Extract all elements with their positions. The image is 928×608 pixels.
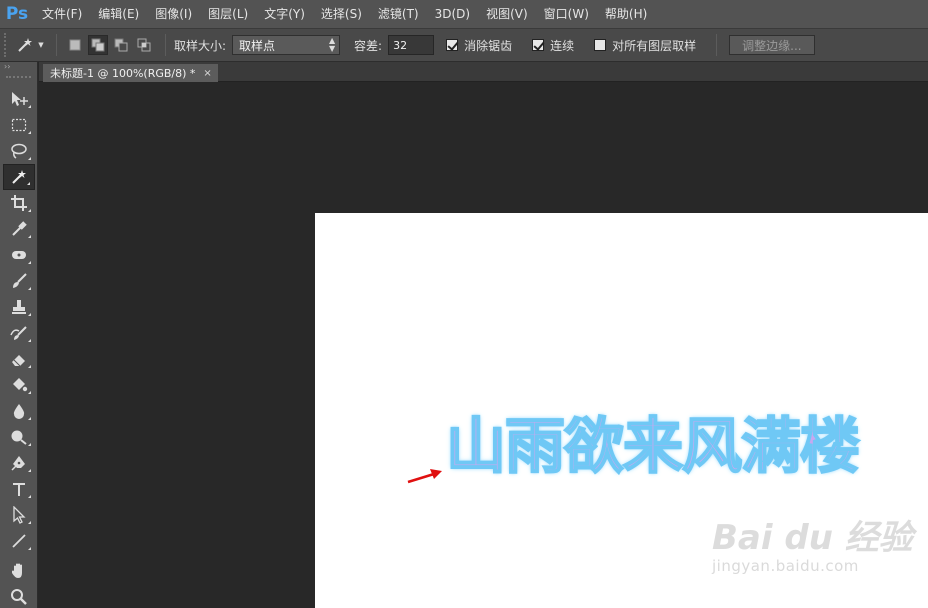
type-tool[interactable]	[3, 476, 35, 502]
hand-tool[interactable]	[3, 558, 35, 584]
lasso-tool[interactable]	[3, 138, 35, 164]
refine-edge-button[interactable]: 调整边缘...	[729, 35, 815, 55]
watermark-url: jingyan.baidu.com	[712, 557, 859, 575]
add-selection-icon	[91, 38, 105, 52]
healing-brush-tool[interactable]	[3, 242, 35, 268]
menu-select[interactable]: 选择(S)	[313, 0, 370, 28]
paint-bucket-icon	[13, 378, 28, 392]
dodge-tool[interactable]	[3, 424, 35, 450]
pen-tool[interactable]	[3, 450, 35, 476]
canvas-text-layer[interactable]: 山雨欲来风满楼	[445, 398, 861, 485]
hand-icon	[12, 563, 22, 578]
intersect-selection-button[interactable]	[134, 35, 154, 55]
tolerance-label: 容差:	[354, 38, 383, 53]
updown-arrow-icon: ▲ ▼	[328, 36, 336, 53]
contiguous-checkbox[interactable]: 连续	[532, 37, 580, 54]
red-arrow-annotation	[407, 469, 442, 484]
clone-stamp-tool[interactable]	[3, 294, 35, 320]
checkbox-unchecked-icon	[594, 39, 607, 51]
magnifier-icon	[11, 589, 27, 605]
new-selection-button[interactable]	[65, 35, 85, 55]
menu-filter[interactable]: 滤镜(T)	[370, 0, 427, 28]
tools-panel: ››	[0, 62, 38, 608]
marquee-tool[interactable]	[3, 112, 35, 138]
tools-panel-grip[interactable]	[6, 76, 31, 82]
options-bar-grip[interactable]	[4, 33, 12, 57]
sample-all-layers-checkbox[interactable]: 对所有图层取样	[594, 37, 702, 54]
stamp-icon	[12, 300, 26, 314]
menu-bar: Ps 文件(F) 编辑(E) 图像(I) 图层(L) 文字(Y) 选择(S) 滤…	[0, 0, 928, 28]
tool-preset-picker[interactable]: ▼	[12, 32, 48, 58]
menu-help[interactable]: 帮助(H)	[597, 0, 655, 28]
menu-3d[interactable]: 3D(D)	[427, 0, 478, 28]
subtract-from-selection-button[interactable]	[111, 35, 131, 55]
menu-view[interactable]: 视图(V)	[478, 0, 536, 28]
path-selection-tool[interactable]	[3, 502, 35, 528]
blur-tool[interactable]	[3, 398, 35, 424]
close-icon[interactable]: ×	[203, 68, 211, 79]
intersect-selection-icon	[137, 38, 151, 52]
path-selection-arrow-icon	[13, 506, 26, 524]
baidu-jingyan-watermark: Bai du 经验 jingyan.baidu.com	[712, 510, 913, 575]
dodge-icon	[11, 430, 27, 445]
collapse-panel-icon[interactable]: ››	[0, 62, 37, 76]
sample-size-value: 取样点	[239, 38, 276, 53]
eraser-icon	[12, 355, 25, 367]
checkbox-checked-icon	[532, 39, 545, 51]
document-tab-bar: 未标题-1 @ 100%(RGB/8) * ×	[39, 62, 928, 82]
contiguous-label: 连续	[550, 38, 575, 53]
anti-alias-checkbox[interactable]: 消除锯齿	[446, 37, 518, 54]
sample-size-select[interactable]: 取样点 ▲ ▼	[232, 35, 341, 55]
brush-tool[interactable]	[3, 268, 35, 294]
menu-image[interactable]: 图像(I)	[147, 0, 200, 28]
eyedropper-icon	[12, 221, 27, 236]
menu-window[interactable]: 窗口(W)	[536, 0, 597, 28]
history-brush-icon	[10, 326, 27, 340]
magic-wand-icon	[18, 38, 33, 52]
line-icon	[12, 534, 26, 548]
type-t-icon	[13, 483, 25, 496]
water-drop-icon	[13, 404, 25, 419]
eraser-tool[interactable]	[3, 346, 35, 372]
sample-size-label: 取样大小:	[174, 38, 227, 53]
pen-nib-icon	[11, 456, 25, 471]
watermark-logo: Bai du 经验	[712, 518, 913, 558]
paint-bucket-tool[interactable]	[3, 372, 35, 398]
add-to-selection-button[interactable]	[88, 35, 108, 55]
brush-icon	[13, 273, 27, 288]
tolerance-input[interactable]: 32	[388, 35, 435, 55]
move-tool[interactable]	[3, 86, 35, 112]
checkbox-checked-icon	[446, 39, 459, 51]
new-selection-icon	[69, 39, 81, 51]
anti-alias-label: 消除锯齿	[464, 38, 513, 53]
line-tool[interactable]	[3, 528, 35, 554]
crop-icon	[11, 195, 27, 211]
magic-wand-tool[interactable]	[3, 164, 35, 190]
document-tab-title: 未标题-1 @ 100%(RGB/8) *	[50, 67, 196, 80]
zoom-tool[interactable]	[3, 584, 35, 608]
menu-type[interactable]: 文字(Y)	[256, 0, 313, 28]
divider	[56, 34, 57, 56]
document-tab[interactable]: 未标题-1 @ 100%(RGB/8) * ×	[43, 64, 218, 82]
photoshop-logo: Ps	[5, 4, 29, 24]
subtract-selection-icon	[114, 38, 128, 52]
menu-edit[interactable]: 编辑(E)	[90, 0, 147, 28]
move-icon	[12, 92, 28, 106]
menu-layer[interactable]: 图层(L)	[200, 0, 256, 28]
menu-file[interactable]: 文件(F)	[34, 0, 90, 28]
chevron-down-icon: ▼	[38, 41, 44, 49]
history-brush-tool[interactable]	[3, 320, 35, 346]
crop-tool[interactable]	[3, 190, 35, 216]
eyedropper-tool[interactable]	[3, 216, 35, 242]
divider	[165, 34, 166, 56]
healing-bandage-icon	[12, 251, 26, 259]
rectangle-marquee-icon	[11, 118, 27, 132]
divider	[716, 34, 718, 56]
lasso-icon	[11, 143, 27, 159]
magic-wand-icon	[12, 170, 26, 184]
options-bar: ▼ 取样大小: 取样点 ▲ ▼ 容差: 32 消除锯齿 连续 对所有图层取样 调整…	[0, 28, 928, 62]
sample-all-layers-label: 对所有图层取样	[612, 38, 697, 53]
